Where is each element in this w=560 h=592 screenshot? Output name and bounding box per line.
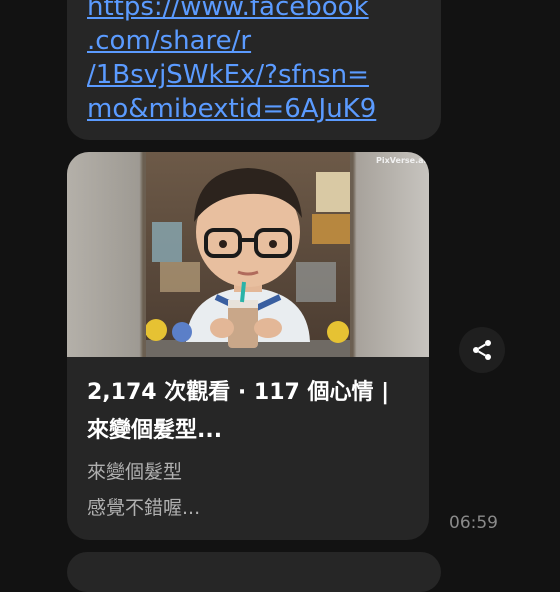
portrait-illustration (146, 152, 350, 357)
next-message-bubble (67, 552, 441, 592)
preview-title[interactable]: 2,174 次觀看 · 117 個心情 | 來變個髮型... (87, 374, 417, 450)
preview-image[interactable]: PixVerse.ai (67, 152, 429, 357)
preview-title-line[interactable]: 2,174 次觀看 · 117 個心情 | (87, 374, 417, 412)
message-timestamp: 06:59 (449, 513, 498, 533)
link-line[interactable]: .com/share/r (87, 24, 427, 58)
preview-description-line: 來變個髮型 (87, 461, 183, 483)
link-preview-card[interactable]: PixVerse.ai 2,174 次觀看 · 117 個心情 | 來變個髮型.… (67, 152, 429, 540)
preview-description: 來變個髮型 感覺不錯喔... (87, 454, 417, 526)
preview-title-line[interactable]: 來變個髮型... (87, 412, 417, 450)
image-watermark: PixVerse.ai (376, 156, 427, 165)
facebook-share-link[interactable]: https://www.facebook .com/share/r /1Bsvj… (87, 0, 427, 126)
share-button[interactable] (459, 327, 505, 373)
link-line[interactable]: mo&mibextid=6AJuK9 (87, 92, 427, 126)
previous-message-bubble: https://www.facebook .com/share/r /1Bsvj… (67, 0, 441, 140)
preview-description-line: 感覺不錯喔... (87, 497, 201, 519)
link-line[interactable]: /1BsvjSWkEx/?sfnsn= (87, 58, 427, 92)
link-line[interactable]: https://www.facebook (87, 0, 427, 24)
share-icon (473, 340, 491, 360)
